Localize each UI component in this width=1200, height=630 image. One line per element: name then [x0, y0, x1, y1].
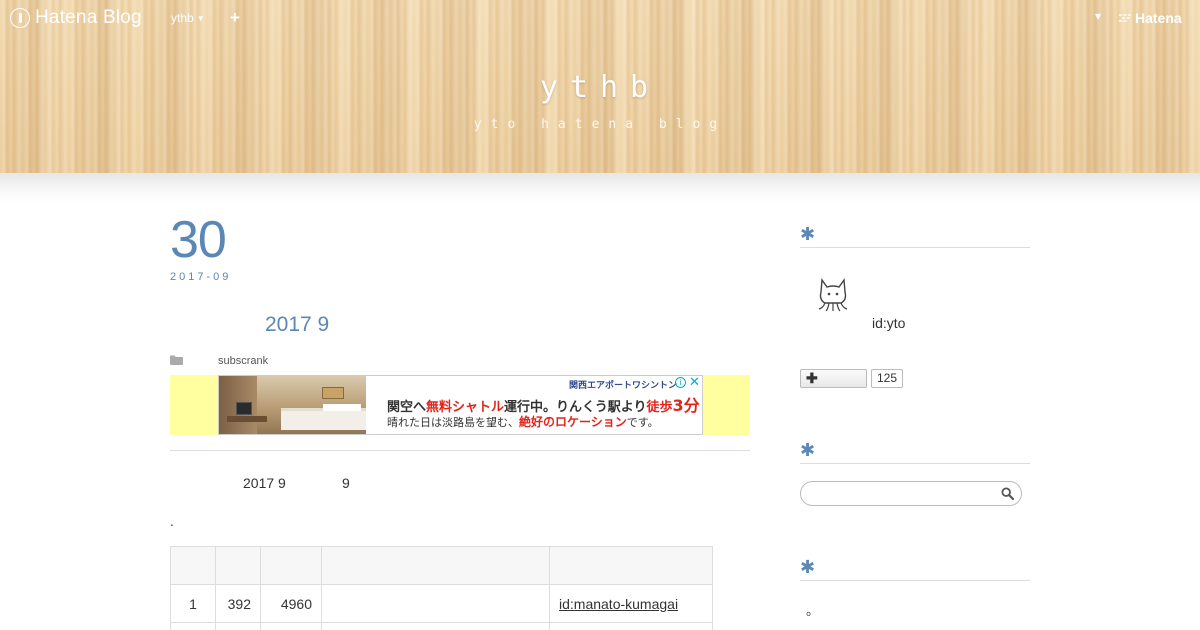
- avatar[interactable]: [808, 270, 858, 320]
- entry-divider: [170, 450, 750, 451]
- table-header: [549, 546, 713, 585]
- ad-subline: 晴れた日は淡路島を望む、絶好のロケーションです。: [387, 415, 659, 429]
- entry-body-text: 9: [342, 475, 350, 491]
- table-header: [321, 546, 550, 585]
- folder-icon: [170, 355, 183, 365]
- sidebar-search-section: ✱: [800, 442, 1030, 464]
- hatena-blog-logo-text: Hatena Blog: [35, 7, 142, 28]
- sidebar-text: 。: [806, 604, 820, 619]
- table-header-row: [170, 546, 713, 585]
- entry-body-text: 2017 9: [243, 475, 286, 491]
- hatena-blog-logo-icon: [10, 8, 30, 28]
- hatena-brand-text: Hatena: [1135, 10, 1182, 26]
- sidebar-profile-section: ✱: [800, 226, 1030, 248]
- sidebar-heading-third: ✱: [800, 559, 1030, 581]
- sidebar-heading-search: ✱: [800, 442, 1030, 464]
- new-post-button[interactable]: +: [230, 8, 240, 28]
- table-cell-user: id:manato-kumagai: [549, 584, 713, 623]
- table-cell: 4960: [260, 584, 322, 623]
- search-input[interactable]: [800, 481, 1022, 506]
- hatena-brand-link[interactable]: Hatena: [1118, 10, 1182, 26]
- entry-title[interactable]: 2017 9: [265, 313, 329, 337]
- subscribe-button[interactable]: ✚: [800, 369, 867, 388]
- entry-body-dot: .: [170, 515, 174, 529]
- table-header: [215, 546, 261, 585]
- ad-info-icon[interactable]: i: [675, 377, 686, 388]
- table-row: 1 392 4960 id:manato-kumagai: [170, 584, 713, 623]
- subscriber-count[interactable]: 125: [871, 369, 904, 388]
- category-link[interactable]: subscrank: [218, 355, 268, 367]
- ad-brand: 関西エアポートワシントン: [569, 381, 678, 391]
- ad-close-icon[interactable]: ✕: [689, 376, 700, 390]
- table-row: [170, 622, 713, 630]
- user-link[interactable]: id:manato-kumagai: [559, 596, 678, 612]
- blog-selector[interactable]: ythb ▼: [171, 11, 205, 25]
- hatena-brand-icon: [1119, 14, 1131, 22]
- ad-area: 関西エアポートワシントン i ✕ 関空へ無料シャトル運行中。りんくう駅より徒歩3…: [170, 375, 750, 435]
- blog-description: yto hatena blog: [473, 117, 727, 132]
- blog-selector-label: ythb: [171, 11, 194, 25]
- hatena-blog-logo[interactable]: Hatena Blog: [10, 7, 142, 29]
- user-menu-caret-icon[interactable]: ▼: [1095, 12, 1101, 21]
- sidebar-third-section: ✱: [800, 559, 1030, 581]
- ranking-table: 1 392 4960 id:manato-kumagai: [170, 546, 713, 630]
- table-cell: [321, 584, 550, 623]
- profile-id-link[interactable]: id:yto: [872, 315, 905, 331]
- table-header: [260, 546, 322, 585]
- ad-banner[interactable]: 関西エアポートワシントン i ✕ 関空へ無料シャトル運行中。りんくう駅より徒歩3…: [218, 375, 703, 435]
- table-cell-rank: 1: [170, 584, 216, 623]
- search-icon[interactable]: [1001, 487, 1014, 500]
- blog-title[interactable]: ythb: [0, 70, 1200, 105]
- ad-hotel-photo: [219, 376, 366, 434]
- entry-date-day[interactable]: 30: [170, 210, 227, 270]
- entry-date-year-month[interactable]: 2017-09: [170, 271, 231, 283]
- table-cell: 392: [215, 584, 261, 623]
- caret-down-icon: ▼: [196, 14, 205, 23]
- header-shadow: [0, 173, 1200, 203]
- table-header: [170, 546, 216, 585]
- sidebar-heading-profile: ✱: [800, 226, 1030, 248]
